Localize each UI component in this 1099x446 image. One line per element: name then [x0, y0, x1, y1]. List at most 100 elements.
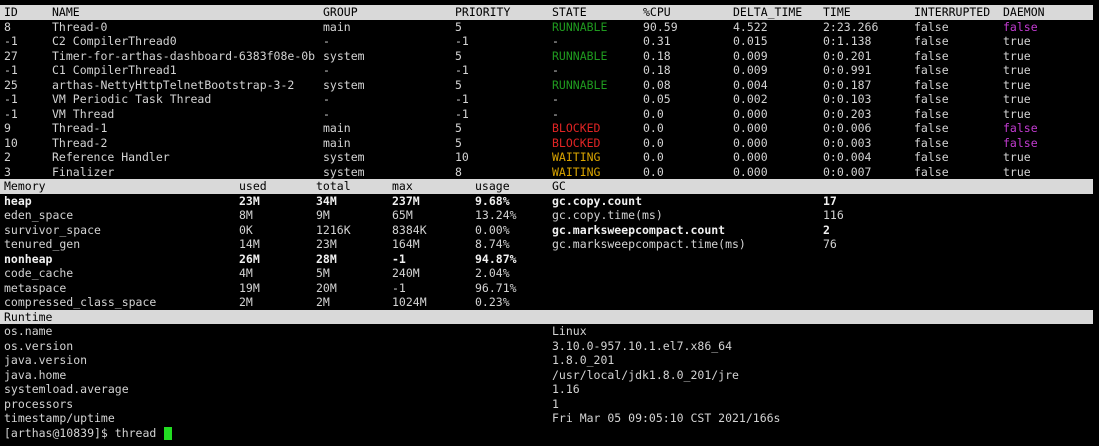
memory-cell: heap [4, 193, 32, 208]
thread-cell: 0.000 [733, 121, 768, 135]
thread-cell: 0:0.007 [823, 164, 872, 179]
thread-cell: false [914, 48, 949, 63]
thread-cell: 0.31 [643, 34, 671, 48]
command-prompt[interactable]: [arthas@10839]$ thread [0, 426, 1093, 441]
memory-cell: 23M [316, 237, 337, 251]
runtime-row: os.version 3.10.0-957.10.1.el7.x86_64 [0, 339, 1093, 354]
gc-value: 2 [823, 222, 830, 237]
thread-cell: 0.009 [733, 48, 768, 63]
thread-cell: false [914, 63, 949, 77]
thread-cell: 0.0 [643, 150, 664, 164]
thread-cell: 25 [4, 77, 18, 92]
thread-cell: - [552, 92, 559, 106]
thread-cell: 0:0.103 [823, 92, 872, 106]
column-header: STATE [552, 5, 587, 19]
thread-cell: 0.009 [733, 63, 768, 77]
thread-cell: 0:1.138 [823, 34, 872, 48]
memory-cell: 14M [239, 237, 260, 251]
thread-cell: false [914, 19, 949, 34]
memory-cell: 20M [316, 280, 337, 295]
memory-cell: 9.68% [475, 193, 510, 208]
gc-name: gc.copy.count [552, 193, 643, 208]
runtime-header-label: Runtime [4, 309, 53, 324]
memory-cell: -1 [392, 251, 406, 266]
thread-cell: main [323, 121, 351, 135]
memory-cell: 8M [239, 208, 253, 222]
memory-cell: nonheap [4, 251, 53, 266]
memory-cell: 0.00% [475, 222, 510, 237]
thread-cell: 8 [4, 19, 11, 34]
runtime-value: /usr/local/jdk1.8.0_201/jre [552, 367, 739, 382]
runtime-row: os.name Linux [0, 324, 1093, 339]
memory-cell: 28M [316, 251, 337, 266]
thread-cell: WAITING [552, 150, 601, 164]
gc-name: gc.copy.time(ms) [552, 208, 663, 222]
memory-cell: 8.74% [475, 237, 510, 251]
runtime-key: os.version [4, 338, 74, 353]
thread-cell: system [323, 48, 365, 63]
thread-cell: 0.000 [733, 135, 768, 150]
thread-cell: 0.05 [643, 92, 671, 106]
thread-cell: VM Periodic Task Thread [52, 92, 212, 106]
thread-cell: 0:0.203 [823, 106, 872, 121]
memory-cell: 4M [239, 266, 253, 280]
thread-cell: system [323, 164, 365, 179]
gc-header: GC [552, 179, 566, 193]
thread-cell: 10 [4, 135, 18, 150]
runtime-row: java.version 1.8.0_201 [0, 353, 1093, 368]
memory-cell: tenured_gen [4, 237, 81, 251]
thread-cell: false [1003, 19, 1038, 34]
prompt-text: [arthas@10839]$ thread [4, 425, 164, 440]
thread-cell: -1 [4, 106, 18, 121]
memory-cell: metaspace [4, 280, 67, 295]
thread-cell: Finalizer [52, 164, 115, 179]
column-header: ID [4, 5, 18, 19]
thread-cell: 8 [455, 164, 462, 179]
thread-cell: WAITING [552, 164, 601, 179]
thread-cell: -1 [4, 92, 18, 106]
thread-cell: VM Thread [52, 106, 115, 121]
thread-cell: -1 [455, 92, 469, 106]
thread-row: 8 Thread-0 main 5 RUNNABLE 90.59 4.522 2:23.266… [0, 20, 1093, 35]
thread-cell: false [914, 34, 949, 48]
thread-cell: false [1003, 135, 1038, 150]
memory-row: code_cache 4M 5M 240M 2.04% [0, 266, 1093, 281]
thread-row: -1 C1 CompilerThread1 - -1 - 0.18 0.009 0:0.991… [0, 63, 1093, 78]
memory-cell: 13.24% [475, 208, 517, 222]
gc-name: gc.marksweepcompact.count [552, 222, 726, 237]
thread-cell: 0.0 [643, 121, 664, 135]
thread-cell: - [552, 34, 559, 48]
thread-row: 25 arthas-NettyHttpTelnetBootstrap-3-2 sys… [0, 78, 1093, 93]
thread-cell: 2 [4, 150, 11, 164]
thread-cell: 10 [455, 150, 469, 164]
memory-cell: 8384K [392, 222, 427, 237]
thread-cell: true [1003, 106, 1031, 121]
memory-cell: 96.71% [475, 280, 517, 295]
thread-cell: -1 [455, 34, 469, 48]
runtime-value: 3.10.0-957.10.1.el7.x86_64 [552, 338, 733, 353]
thread-cell: 0.000 [733, 164, 768, 179]
thread-cell: 0.0 [643, 106, 664, 121]
thread-cell: BLOCKED [552, 135, 601, 150]
memory-cell: 1216K [316, 222, 351, 237]
memory-cell: 2M [239, 295, 253, 309]
thread-row: 9 Thread-1 main 5 BLOCKED 0.0 0.000 0:0.006 fals… [0, 121, 1093, 136]
memory-cell: 19M [239, 280, 260, 295]
thread-cell: false [914, 150, 949, 164]
runtime-key: java.home [4, 367, 67, 382]
memory-cell: 94.87% [475, 251, 517, 266]
memory-cell: 23M [239, 193, 260, 208]
thread-cell: Timer-for-arthas-dashboard-6383f08e-0b [52, 48, 316, 63]
column-header: DAEMON [1003, 5, 1045, 19]
thread-cell: 90.59 [643, 19, 678, 34]
thread-cell: C1 CompilerThread1 [52, 63, 177, 77]
cursor-icon [163, 426, 172, 440]
thread-cell: system [323, 77, 365, 92]
thread-cell: main [323, 19, 351, 34]
thread-cell: main [323, 135, 351, 150]
memory-gc-header: Memory used total max usage GC [0, 179, 1093, 194]
terminal-window[interactable]: ID NAME GROUP PRIORITY STATE %CPU DELTA_TIME TI… [0, 0, 1099, 446]
thread-cell: 0.18 [643, 63, 671, 77]
thread-row: 10 Thread-2 main 5 BLOCKED 0.0 0.000 0:0.003 fal… [0, 136, 1093, 151]
thread-cell: 0:0.187 [823, 77, 872, 92]
